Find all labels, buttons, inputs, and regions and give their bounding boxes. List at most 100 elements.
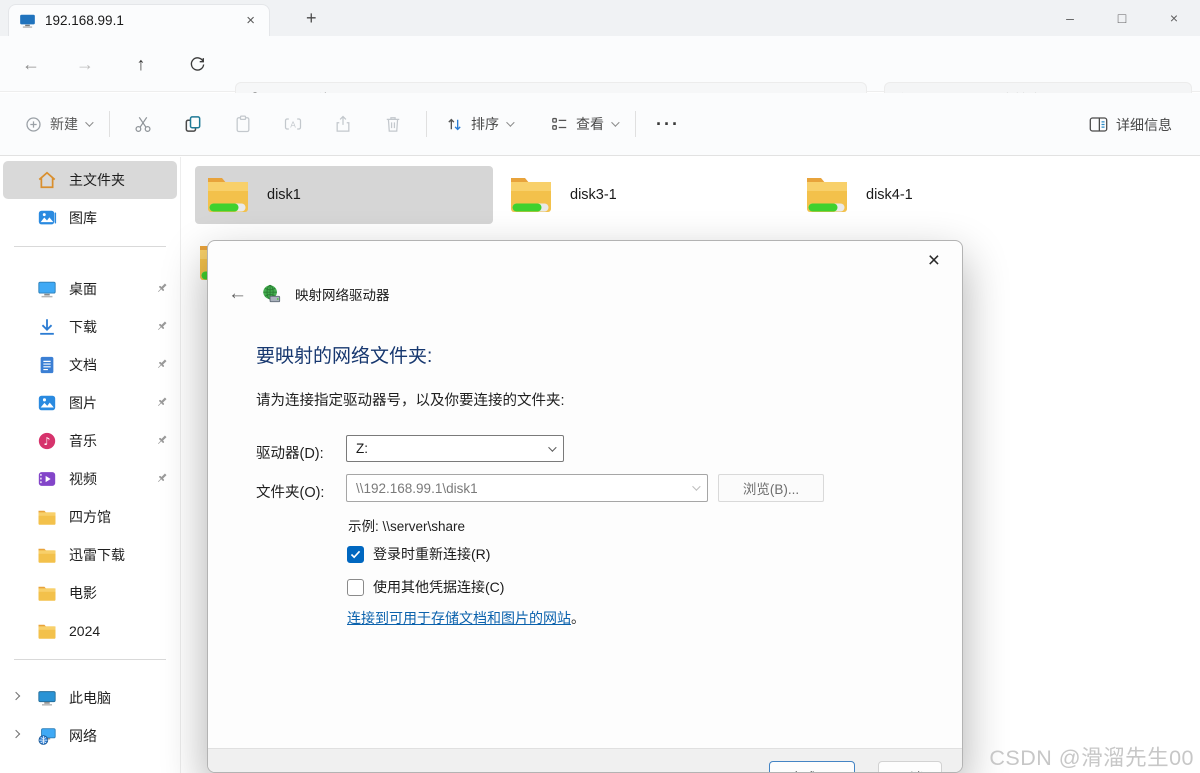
sidebar-item-movies[interactable]: 电影 bbox=[3, 574, 177, 612]
file-explorer-window: 192.168.99.1 × + – □ × ← → ↑ bbox=[0, 0, 1200, 773]
navigation-pane: 主文件夹 图库 桌面 下载 bbox=[0, 157, 181, 773]
copy-button[interactable] bbox=[168, 106, 218, 142]
share-icon bbox=[333, 114, 353, 134]
folder-label: 文件夹(O): bbox=[256, 481, 324, 502]
reconnect-checkbox-label[interactable]: 登录时重新连接(R) bbox=[373, 544, 490, 564]
more-options-button[interactable]: ··· bbox=[644, 108, 692, 141]
sidebar-item-2024[interactable]: 2024 bbox=[3, 612, 177, 650]
details-pane-label: 详细信息 bbox=[1116, 115, 1172, 135]
tab-bar: 192.168.99.1 × + – □ × bbox=[0, 0, 1200, 36]
shared-folder-icon bbox=[205, 175, 251, 215]
window-controls: – □ × bbox=[1044, 0, 1200, 36]
tab-title: 192.168.99.1 bbox=[45, 13, 233, 28]
sidebar-item-network[interactable]: 网络 bbox=[3, 717, 177, 755]
new-tab-button[interactable]: + bbox=[298, 6, 325, 31]
pin-icon bbox=[155, 395, 169, 409]
sidebar-item-label: 音乐 bbox=[69, 431, 97, 451]
map-network-drive-dialog: × ← 映射网络驱动器 要映射的网络文件夹: 请为连接指定驱动器号，以及你要连接… bbox=[207, 240, 963, 773]
chevron-down-icon bbox=[85, 118, 93, 126]
folder-path-value: \\192.168.99.1\disk1 bbox=[356, 481, 478, 496]
minimize-button[interactable]: – bbox=[1044, 0, 1096, 36]
sidebar-item-label: 文档 bbox=[69, 355, 97, 375]
folder-name: disk1 bbox=[267, 187, 301, 203]
view-button-label: 查看 bbox=[576, 114, 604, 134]
folder-tile-disk1[interactable]: disk1 bbox=[195, 166, 493, 224]
folder-icon bbox=[37, 547, 57, 564]
new-button-label: 新建 bbox=[50, 114, 78, 134]
drive-letter-select[interactable]: Z: bbox=[346, 435, 564, 462]
folder-tile-disk4-1[interactable]: disk4-1 bbox=[794, 166, 1092, 224]
svg-text:♪: ♪ bbox=[44, 435, 51, 448]
reconnect-checkbox-row: 登录时重新连接(R) bbox=[347, 544, 490, 564]
dialog-close-icon[interactable]: × bbox=[922, 247, 946, 275]
folder-name: disk4-1 bbox=[866, 187, 913, 203]
this-pc-icon bbox=[37, 688, 57, 708]
chevron-right-icon[interactable] bbox=[12, 692, 20, 700]
maximize-button[interactable]: □ bbox=[1096, 0, 1148, 36]
storage-website-link[interactable]: 连接到可用于存储文档和图片的网站 bbox=[347, 610, 571, 626]
folder-tile-disk3-1[interactable]: disk3-1 bbox=[498, 166, 796, 224]
sidebar-item-documents[interactable]: 文档 bbox=[3, 346, 177, 384]
sidebar-item-label: 主文件夹 bbox=[69, 170, 125, 190]
music-icon: ♪ bbox=[37, 431, 57, 451]
sidebar-item-this-pc[interactable]: 此电脑 bbox=[3, 679, 177, 717]
sidebar-item-label: 四方馆 bbox=[69, 507, 111, 527]
paste-button[interactable] bbox=[218, 106, 268, 142]
svg-text:A: A bbox=[290, 119, 296, 129]
forward-button[interactable]: → bbox=[70, 50, 100, 78]
folder-icon bbox=[37, 585, 57, 602]
watermark: CSDN @滑溜先生00 bbox=[989, 741, 1194, 772]
refresh-button[interactable] bbox=[182, 50, 212, 78]
chevron-down-icon bbox=[506, 118, 514, 126]
sidebar-item-home[interactable]: 主文件夹 bbox=[3, 161, 177, 199]
sidebar-item-gallery[interactable]: 图库 bbox=[3, 199, 177, 237]
sidebar-item-thunder-downloads[interactable]: 迅雷下载 bbox=[3, 536, 177, 574]
finish-button[interactable]: 完成(F) bbox=[769, 761, 855, 773]
folder-name: disk3-1 bbox=[570, 187, 617, 203]
folder-icon bbox=[37, 509, 57, 526]
view-button[interactable]: 查看 bbox=[540, 106, 627, 142]
dialog-footer: 完成(F) 取消 bbox=[208, 748, 962, 772]
sidebar-item-label: 视频 bbox=[69, 469, 97, 489]
sort-button[interactable]: 排序 bbox=[435, 106, 522, 142]
share-button[interactable] bbox=[318, 106, 368, 142]
cut-button[interactable] bbox=[118, 106, 168, 142]
map-drive-icon bbox=[261, 284, 281, 304]
sidebar-item-label: 迅雷下载 bbox=[69, 545, 125, 565]
explorer-tab[interactable]: 192.168.99.1 × bbox=[8, 4, 270, 36]
sidebar-item-desktop[interactable]: 桌面 bbox=[3, 270, 177, 308]
details-pane-button[interactable]: 详细信息 bbox=[1078, 107, 1182, 143]
window-close-button[interactable]: × bbox=[1148, 0, 1200, 36]
shared-folder-icon bbox=[804, 175, 850, 215]
tab-close-icon[interactable]: × bbox=[242, 12, 259, 29]
credentials-checkbox-row: 使用其他凭据连接(C) bbox=[347, 577, 504, 597]
sidebar-item-downloads[interactable]: 下载 bbox=[3, 308, 177, 346]
new-button[interactable]: 新建 bbox=[14, 106, 101, 142]
delete-button[interactable] bbox=[368, 106, 418, 142]
dialog-back-button[interactable]: ← bbox=[228, 283, 247, 305]
folder-path-combobox[interactable]: \\192.168.99.1\disk1 bbox=[346, 474, 708, 502]
desktop-icon bbox=[37, 279, 57, 299]
chevron-right-icon[interactable] bbox=[12, 730, 20, 738]
back-button[interactable]: ← bbox=[16, 50, 46, 78]
view-icon bbox=[550, 115, 569, 134]
up-button[interactable]: ↑ bbox=[126, 50, 156, 78]
toolbar-divider bbox=[109, 111, 110, 137]
sidebar-item-pictures[interactable]: 图片 bbox=[3, 384, 177, 422]
credentials-checkbox-label[interactable]: 使用其他凭据连接(C) bbox=[373, 577, 504, 597]
copy-icon bbox=[183, 114, 203, 134]
sidebar-item-sifangguan[interactable]: 四方馆 bbox=[3, 498, 177, 536]
sidebar-item-label: 图库 bbox=[69, 208, 97, 228]
sidebar-item-music[interactable]: ♪ 音乐 bbox=[3, 422, 177, 460]
sidebar-item-label: 2024 bbox=[69, 623, 100, 639]
cancel-button[interactable]: 取消 bbox=[878, 761, 942, 773]
chevron-down-icon bbox=[611, 118, 619, 126]
sidebar-item-videos[interactable]: 视频 bbox=[3, 460, 177, 498]
link-suffix: 。 bbox=[571, 610, 585, 626]
details-pane-icon bbox=[1088, 115, 1109, 134]
reconnect-checkbox[interactable] bbox=[347, 546, 364, 563]
rename-button[interactable]: A bbox=[268, 106, 318, 142]
browse-button[interactable]: 浏览(B)... bbox=[718, 474, 824, 502]
new-plus-icon bbox=[24, 115, 43, 134]
credentials-checkbox[interactable] bbox=[347, 579, 364, 596]
